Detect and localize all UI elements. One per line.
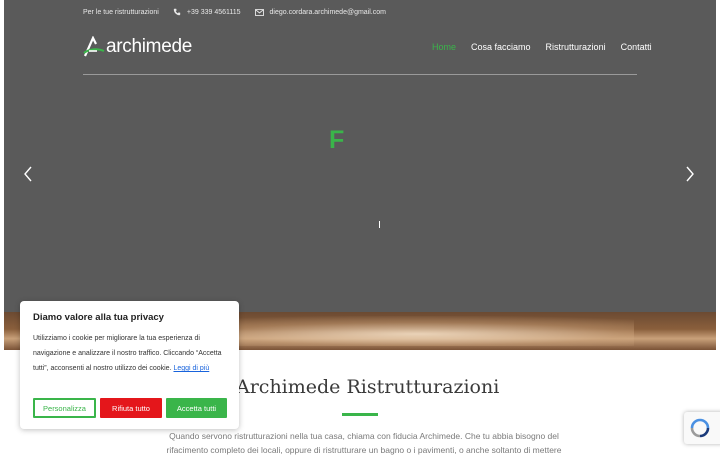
phone-icon — [173, 8, 181, 16]
customize-button[interactable]: Personalizza — [33, 398, 96, 418]
phone-number: +39 339 4561115 — [186, 8, 241, 16]
tagline-text: Per le tue ristrutturazioni — [83, 8, 159, 16]
main-navigation: Home Cosa facciamo Ristrutturazioni Cont… — [432, 42, 667, 52]
nav-item-ristrutturazioni[interactable]: Ristrutturazioni — [546, 42, 606, 52]
recaptcha-badge[interactable] — [684, 412, 720, 444]
logo-wordmark: archimede — [106, 36, 193, 57]
section-title: Archimede Ristrutturazioni — [236, 376, 500, 398]
email-contact[interactable]: diego.cordara.archimede@gmail.com — [254, 8, 386, 16]
hero-headline: F — [329, 126, 345, 154]
accept-all-button[interactable]: Accetta tutti — [166, 398, 227, 418]
hero-text-cursor — [379, 221, 380, 228]
cookie-description: Utilizziamo i cookie per migliorare la t… — [33, 331, 229, 376]
site-logo[interactable]: archimede — [83, 36, 192, 58]
cookie-consent-banner: Diamo valore alla tua privacy Utilizziam… — [20, 301, 239, 429]
cookie-policy-link[interactable]: Leggi di più — [173, 365, 209, 372]
cookie-title: Diamo valore alla tua privacy — [33, 312, 164, 323]
recaptcha-icon — [690, 418, 710, 438]
slider-prev-arrow-icon[interactable] — [22, 166, 34, 182]
email-address: diego.cordara.archimede@gmail.com — [269, 8, 386, 16]
nav-item-cosa-facciamo[interactable]: Cosa facciamo — [471, 42, 531, 52]
archimede-logo-icon — [83, 36, 105, 57]
title-accent-bar — [342, 413, 378, 416]
slider-next-arrow-icon[interactable] — [684, 166, 696, 182]
intro-paragraph: Quando servono ristrutturazioni nella tu… — [166, 431, 562, 455]
reject-all-button[interactable]: Rifiuta tutto — [100, 398, 162, 418]
envelope-icon — [254, 8, 264, 16]
header-divider — [83, 74, 637, 75]
nav-item-contatti[interactable]: Contatti — [621, 42, 652, 52]
top-info-bar: Per le tue ristrutturazioni +39 339 4561… — [83, 6, 400, 18]
phone-contact[interactable]: +39 339 4561115 — [173, 8, 241, 16]
nav-item-home[interactable]: Home — [432, 42, 456, 52]
tagline: Per le tue ristrutturazioni — [83, 9, 159, 16]
